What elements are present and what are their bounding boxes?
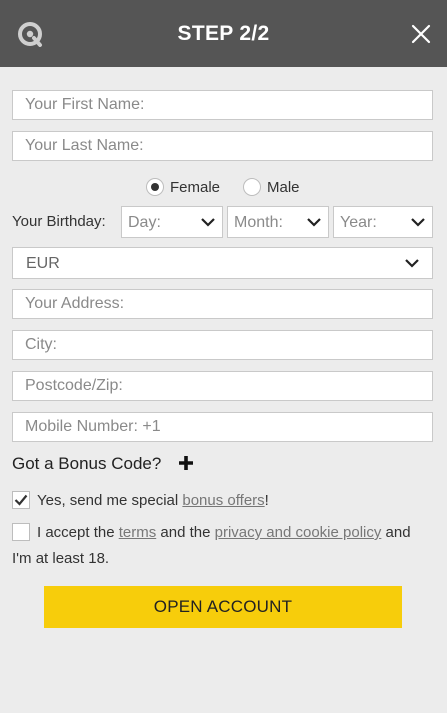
city-input[interactable] [12,330,433,360]
bonus-code-toggle[interactable]: Got a Bonus Code? [12,454,161,474]
male-label: Male [267,179,300,196]
terms-text-2: and the [156,524,215,541]
terms-text-3: and [381,524,411,541]
mobile-number-input[interactable] [12,412,433,442]
terms-text-1: I accept the [37,524,119,541]
day-select-value: Day: [128,214,161,231]
female-radio[interactable] [146,178,164,196]
chevron-down-icon [307,218,321,227]
age-confirmation-text: I'm at least 18. [12,550,110,567]
offers-text-before: Yes, send me special [37,492,183,509]
last-name-input[interactable] [12,131,433,161]
terms-link[interactable]: terms [119,524,157,541]
chevron-down-icon [411,218,425,227]
first-name-input[interactable] [12,90,433,120]
postcode-input[interactable] [12,371,433,401]
offers-text-after: ! [264,492,269,509]
bonus-offers-checkbox[interactable] [12,491,30,509]
terms-checkbox[interactable] [12,523,30,541]
privacy-policy-link[interactable]: privacy and cookie policy [215,524,382,541]
checkmark-icon [14,494,28,506]
birthday-label: Your Birthday: [12,213,106,230]
year-select-value: Year: [340,214,377,231]
header-bar: STEP 2/2 [0,0,447,67]
birthday-year-select[interactable]: Year: [333,206,433,238]
page-title: STEP 2/2 [177,22,270,45]
bonus-offers-text: Yes, send me special bonus offers! [37,492,269,509]
open-account-button[interactable]: OPEN ACCOUNT [44,586,402,628]
birthday-day-select[interactable]: Day: [121,206,223,238]
female-label: Female [170,179,221,196]
terms-text: I accept the terms and the privacy and c… [37,524,411,541]
address-input[interactable] [12,289,433,319]
currency-select-value: EUR [26,255,60,272]
chevron-down-icon [201,218,215,227]
bonus-offers-link[interactable]: bonus offers [182,492,264,509]
plus-icon[interactable] [178,455,194,471]
close-icon[interactable] [411,24,431,44]
gender-radio-group: Female Male [0,177,447,199]
currency-select[interactable]: EUR [12,247,433,279]
month-select-value: Month: [234,214,283,231]
chevron-down-icon [405,259,419,268]
male-radio[interactable] [243,178,261,196]
birthday-month-select[interactable]: Month: [227,206,329,238]
